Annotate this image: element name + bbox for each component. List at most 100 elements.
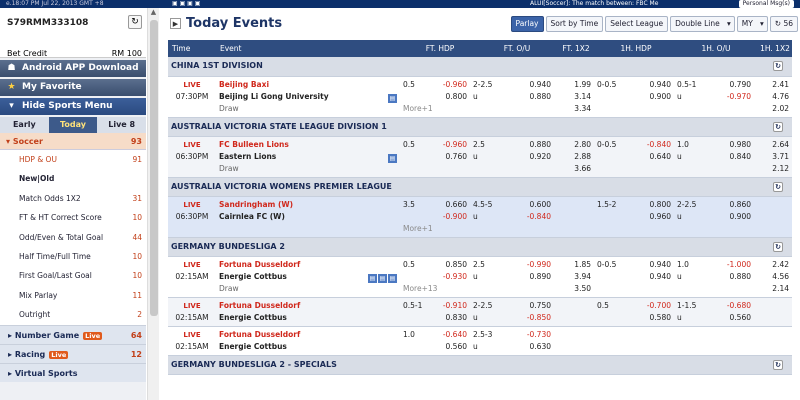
- refresh-icon[interactable]: ↻: [773, 61, 783, 72]
- league-header[interactable]: GERMANY BUNDESLIGA 2 - SPECIALS ↻: [168, 355, 792, 375]
- home-team[interactable]: Fortuna Dusseldorf: [219, 301, 300, 310]
- h1-hdp-cell[interactable]: 0-0.5 0.940 0.940: [594, 256, 674, 298]
- ft-1x2-cell[interactable]: 1.85 3.94 3.50: [554, 256, 594, 298]
- sport-number-game[interactable]: ▸ Number Game Live 64: [0, 324, 146, 344]
- scroll-up-icon[interactable]: ▲: [148, 8, 159, 18]
- stats-icon[interactable]: ▤: [368, 273, 377, 283]
- sport-virtual-sports[interactable]: ▸ Virtual Sports: [0, 362, 146, 382]
- away-team[interactable]: Cairnlea FC (W): [219, 212, 285, 221]
- parlay-button[interactable]: Parlay: [510, 16, 544, 32]
- h1-1x2-cell[interactable]: 2.41 4.76 2.02: [754, 76, 792, 118]
- stats-icon[interactable]: ▤: [388, 93, 397, 103]
- more-link[interactable]: More+13: [403, 283, 551, 295]
- h1-1x2-cell[interactable]: [754, 196, 792, 238]
- ft-1x2-cell[interactable]: [554, 297, 594, 327]
- submenu-mix-parlay[interactable]: Mix Parlay 11: [0, 285, 146, 306]
- away-team[interactable]: Energie Cottbus: [219, 313, 287, 322]
- expand-icon[interactable]: ▶: [170, 18, 181, 29]
- refresh-icon[interactable]: ↻: [773, 121, 783, 132]
- text-value: 0-0.5: [597, 79, 617, 89]
- text-value: LIVE: [183, 260, 201, 269]
- h1-hdp-cell[interactable]: 0-0.5 -0.840 0.640: [594, 136, 674, 178]
- submenu-first-last-goal[interactable]: First Goal/Last Goal 10: [0, 266, 146, 286]
- h1-ou-cell[interactable]: [674, 326, 754, 356]
- home-team[interactable]: Fortuna Dusseldorf: [219, 330, 300, 339]
- more-link[interactable]: More+1: [403, 223, 551, 235]
- ft-1x2-cell[interactable]: [554, 326, 594, 356]
- sort-by-time-button[interactable]: Sort by Time: [545, 16, 604, 32]
- h1-ou-cell[interactable]: 1-1.5 -0.680 u 0.560: [674, 297, 754, 327]
- text-value: 0.5-1: [677, 79, 697, 89]
- select-league-button[interactable]: Select League: [605, 16, 669, 32]
- refresh-icon[interactable]: ↻: [773, 181, 783, 192]
- scroll-thumb[interactable]: [150, 20, 158, 316]
- android-app-button[interactable]: ☗ Android APP Download: [0, 60, 146, 77]
- refresh-button[interactable]: ↻ 56: [769, 16, 798, 32]
- away-team[interactable]: Eastern Lions: [219, 152, 276, 161]
- text-value: 0.5: [597, 300, 609, 310]
- home-team[interactable]: FC Bulleen Lions: [219, 140, 289, 149]
- refresh-icon[interactable]: ↻: [128, 15, 142, 29]
- ft-1x2-cell[interactable]: 2.80 2.88 3.66: [554, 136, 594, 178]
- stats-icon[interactable]: ▤: [378, 273, 387, 283]
- text-value: 10: [132, 251, 142, 261]
- ft-1x2-cell[interactable]: 1.99 3.14 3.34: [554, 76, 594, 118]
- tab-today[interactable]: Today: [48, 117, 98, 133]
- refresh-icon[interactable]: ↻: [773, 359, 783, 370]
- h1-hdp-cell[interactable]: 0.5 -0.700 0.580: [594, 297, 674, 327]
- submenu-correct-score[interactable]: FT & HT Correct Score 10: [0, 208, 146, 228]
- my-favorite-button[interactable]: ★ My Favorite: [0, 79, 146, 96]
- text-value: 0-0.5: [597, 259, 617, 269]
- h1-ou-cell[interactable]: 1.0 0.980 u 0.840: [674, 136, 754, 178]
- league-header[interactable]: GERMANY BUNDESLIGA 2 ↻: [168, 237, 792, 257]
- h1-ou-cell[interactable]: 2-2.5 0.860 u 0.900: [674, 196, 754, 238]
- league-header[interactable]: CHINA 1ST DIVISION ↻: [168, 57, 792, 77]
- hide-sports-menu-button[interactable]: ▾ Hide Sports Menu: [0, 98, 146, 115]
- personal-msg-button[interactable]: Personal Msg(s): [738, 0, 794, 8]
- tab-live[interactable]: Live 8: [97, 117, 146, 133]
- ft-hdp-cell[interactable]: 0.5-1 -0.910 2-2.5 0.750 0.830 u -0.850: [400, 297, 554, 327]
- ft-hdp-cell[interactable]: 0.5 0.850 2.5 -0.990 -0.930 u 0.890 More+13: [400, 256, 554, 298]
- ft-hdp-cell[interactable]: 0.5 -0.960 2-2.5 0.940 0.800 u 0.880 More+1: [400, 76, 554, 118]
- ft-1x2-cell[interactable]: [554, 196, 594, 238]
- h1-ou-cell[interactable]: 0.5-1 0.790 u -0.970: [674, 76, 754, 118]
- home-team[interactable]: Sandringham (W): [219, 200, 293, 209]
- news-marquee[interactable]: ALUI[Soccer]: The match between: FBC Me: [530, 0, 658, 8]
- submenu-outright[interactable]: Outright 2: [0, 305, 146, 325]
- h1-hdp-cell[interactable]: 0-0.5 0.940 0.900: [594, 76, 674, 118]
- h1-1x2-cell[interactable]: [754, 297, 792, 327]
- h1-ou-cell[interactable]: 1.0 -1.000 u 0.880: [674, 256, 754, 298]
- sport-soccer[interactable]: ▾ Soccer 93: [0, 133, 146, 150]
- league-header[interactable]: AUSTRALIA VICTORIA STATE LEAGUE DIVISION…: [168, 117, 792, 137]
- text-value: 0.830: [445, 312, 467, 322]
- away-team[interactable]: Beijing Li Gong University: [219, 92, 329, 101]
- ft-hdp-cell[interactable]: 1.0 -0.640 2.5-3 -0.730 0.560 u 0.630: [400, 326, 554, 356]
- h1-hdp-cell[interactable]: 1.5-2 0.800 0.960: [594, 196, 674, 238]
- sidebar-scrollbar[interactable]: ▲: [147, 8, 159, 400]
- refresh-icon[interactable]: ↻: [773, 241, 783, 252]
- h1-1x2-cell[interactable]: [754, 326, 792, 356]
- h1-1x2-cell[interactable]: 2.64 3.71 2.12: [754, 136, 792, 178]
- currency-select[interactable]: MY: [736, 16, 768, 32]
- ft-hdp-cell[interactable]: 3.5 0.660 4.5-5 0.600 -0.900 u -0.840 More+1: [400, 196, 554, 238]
- away-team[interactable]: Energie Cottbus: [219, 342, 287, 351]
- submenu-match-odds[interactable]: Match Odds 1X2 31: [0, 188, 146, 209]
- h1-1x2-cell[interactable]: 2.42 4.56 2.14: [754, 256, 792, 298]
- home-team[interactable]: Fortuna Dusseldorf: [219, 260, 300, 269]
- submenu-new-old[interactable]: New|Old: [0, 169, 146, 189]
- league-header[interactable]: AUSTRALIA VICTORIA WOMENS PREMIER LEAGUE…: [168, 177, 792, 197]
- sport-racing[interactable]: ▸ Racing Live 12: [0, 343, 146, 363]
- tab-early[interactable]: Early: [0, 117, 49, 133]
- stats-icon[interactable]: ▤: [388, 273, 397, 283]
- h1-hdp-cell[interactable]: [594, 326, 674, 356]
- text-value: u: [473, 211, 478, 221]
- submenu-half-full-time[interactable]: Half Time/Full Time 10: [0, 246, 146, 267]
- submenu-odd-even[interactable]: Odd/Even & Total Goal 44: [0, 227, 146, 247]
- home-team[interactable]: Beijing Baxi: [219, 80, 269, 89]
- ft-hdp-cell[interactable]: 0.5 -0.960 2.5 0.880 0.760 u 0.920: [400, 136, 554, 178]
- away-team[interactable]: Energie Cottbus: [219, 272, 287, 281]
- submenu-hdp-ou[interactable]: HDP & OU 91: [0, 150, 146, 170]
- line-select[interactable]: Double Line: [670, 16, 735, 32]
- more-link[interactable]: More+1: [403, 103, 551, 115]
- stats-icon[interactable]: ▤: [388, 153, 397, 163]
